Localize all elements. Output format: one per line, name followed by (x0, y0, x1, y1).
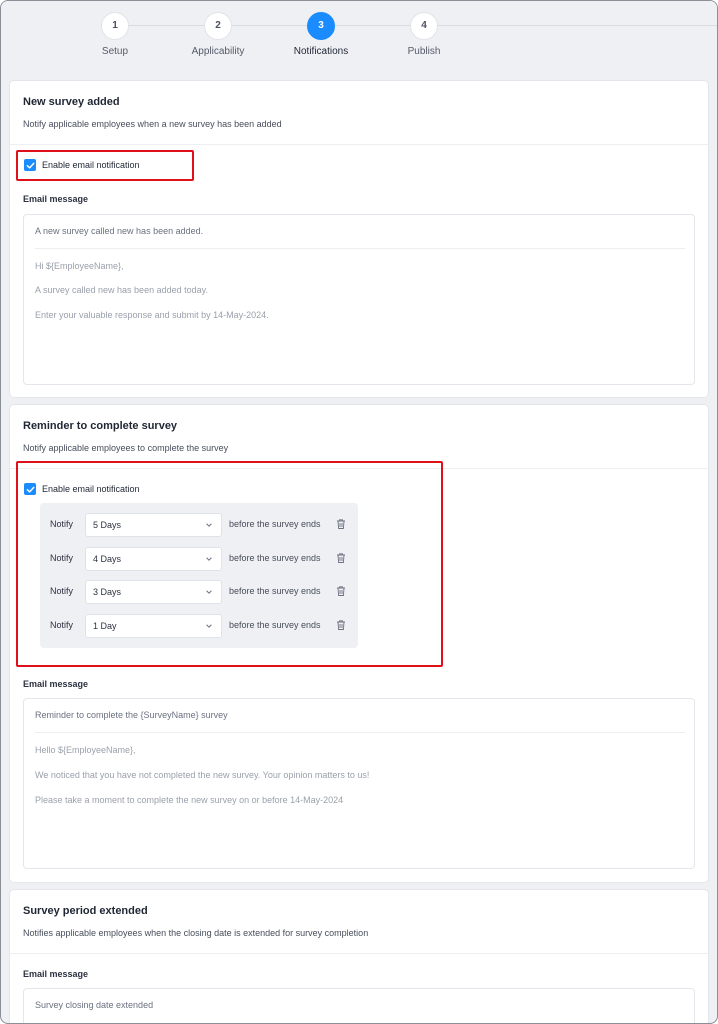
email-body-line: A survey called new has been added today… (35, 285, 208, 295)
email-body-line: Please take a moment to complete the new… (35, 795, 344, 805)
card-description: Notifies applicable employees when the c… (23, 928, 369, 938)
highlight-box (16, 150, 194, 181)
email-subject: A new survey called new has been added. (35, 226, 204, 236)
email-body-line: Hi ${EmployeeName}, (35, 261, 124, 271)
email-message-editor[interactable]: Reminder to complete the {SurveyName} su… (23, 698, 695, 869)
step-publish[interactable]: 4 Publish (364, 12, 484, 57)
email-body-line: Hello ${EmployeeName}, (35, 745, 136, 755)
card-description: Notify applicable employees to complete … (23, 443, 229, 453)
card-title: Survey period extended (23, 905, 148, 917)
step-notifications[interactable]: 3 Notifications (261, 12, 381, 57)
email-message-label: Email message (23, 679, 89, 689)
step-number: 4 (410, 12, 438, 40)
email-message-label: Email message (23, 194, 89, 204)
divider (35, 732, 685, 733)
card-description: Notify applicable employees when a new s… (23, 119, 282, 129)
step-label: Applicability (191, 46, 245, 57)
step-setup[interactable]: 1 Setup (55, 12, 175, 57)
email-subject: Survey closing date extended (35, 1000, 154, 1010)
card-title: Reminder to complete survey (23, 420, 178, 432)
card-title: New survey added (23, 96, 120, 108)
step-number: 1 (101, 12, 129, 40)
divider (35, 248, 685, 249)
email-subject: Reminder to complete the {SurveyName} su… (35, 710, 228, 720)
email-message-editor[interactable]: Survey closing date extended (23, 988, 695, 1023)
step-number: 2 (204, 12, 232, 40)
email-body-line: Enter your valuable response and submit … (35, 310, 269, 320)
step-label: Notifications (293, 46, 349, 57)
step-label: Publish (407, 46, 441, 57)
new-survey-card: New survey added Notify applicable emplo… (9, 80, 709, 398)
highlight-box (16, 461, 443, 667)
divider (10, 953, 708, 954)
extended-card: Survey period extended Notifies applicab… (9, 889, 709, 1023)
step-applicability[interactable]: 2 Applicability (158, 12, 278, 57)
reminder-card: Reminder to complete survey Notify appli… (9, 404, 709, 883)
divider (10, 144, 708, 145)
step-number: 3 (307, 12, 335, 40)
email-message-label: Email message (23, 969, 89, 979)
app-frame: 1 Setup 2 Applicability 3 Notifications … (0, 0, 718, 1024)
step-label: Setup (101, 46, 129, 57)
email-body-line: We noticed that you have not completed t… (35, 770, 370, 780)
email-message-editor[interactable]: A new survey called new has been added. … (23, 214, 695, 385)
wizard-stepper: 1 Setup 2 Applicability 3 Notifications … (1, 1, 717, 77)
